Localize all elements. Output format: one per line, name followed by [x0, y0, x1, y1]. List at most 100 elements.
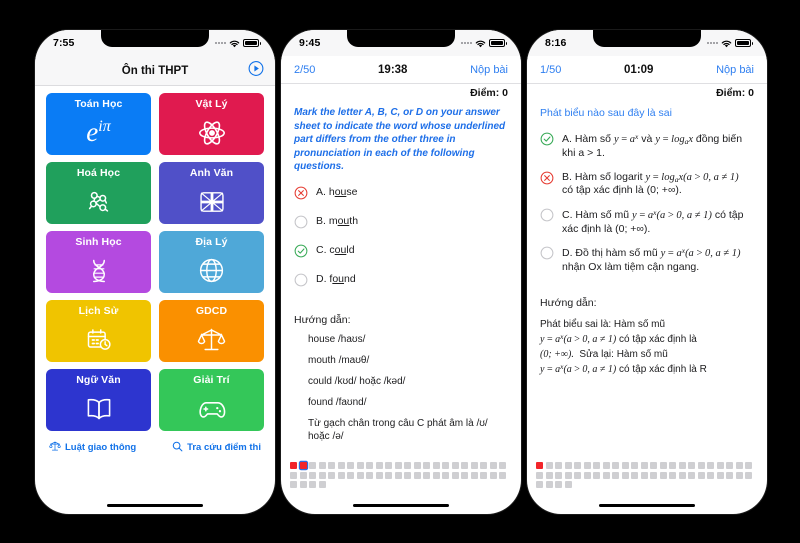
question-cell[interactable] — [423, 471, 430, 479]
question-cell[interactable] — [404, 462, 411, 469]
question-cell[interactable] — [499, 471, 506, 479]
question-cell[interactable] — [574, 471, 581, 479]
question-cells[interactable] — [290, 462, 512, 488]
question-cell[interactable] — [640, 471, 648, 479]
question-cell[interactable] — [650, 471, 657, 479]
question-cell[interactable] — [593, 471, 600, 479]
question-cell[interactable] — [299, 481, 307, 488]
question-cell[interactable] — [555, 481, 562, 488]
question-cell[interactable] — [650, 462, 657, 469]
question-cell[interactable] — [470, 471, 478, 479]
question-cell[interactable] — [583, 462, 591, 469]
submit-button[interactable]: Nộp bài — [716, 64, 754, 76]
question-cell[interactable] — [726, 462, 733, 469]
question-cell[interactable] — [432, 471, 440, 479]
question-cell[interactable] — [366, 462, 373, 469]
question-index[interactable]: 1/50 — [540, 64, 561, 76]
question-cell[interactable] — [678, 471, 686, 479]
question-cell[interactable] — [309, 481, 316, 488]
subject-tile-ngu-van[interactable]: Ngữ Văn — [46, 369, 151, 431]
question-cell[interactable] — [442, 462, 449, 469]
subject-tile-toan-hoc[interactable]: Toán Học eiπ — [46, 93, 151, 155]
question-cell[interactable] — [602, 462, 610, 469]
question-cell[interactable] — [688, 462, 695, 469]
submit-button[interactable]: Nộp bài — [470, 64, 508, 76]
question-cell[interactable] — [337, 462, 345, 469]
question-cells[interactable] — [536, 462, 758, 488]
question-cell[interactable] — [564, 462, 572, 469]
question-cell[interactable] — [669, 462, 676, 469]
question-cell[interactable] — [328, 471, 335, 479]
question-cell[interactable] — [470, 462, 478, 469]
question-cell[interactable] — [716, 471, 724, 479]
question-cell[interactable] — [318, 481, 326, 488]
question-cell[interactable] — [318, 471, 326, 479]
question-cell[interactable] — [716, 462, 724, 469]
question-cell[interactable] — [545, 481, 553, 488]
question-cell[interactable] — [555, 471, 562, 479]
question-cell[interactable] — [299, 471, 307, 479]
question-cell[interactable] — [423, 462, 430, 469]
question-cell[interactable] — [290, 481, 297, 488]
question-cell[interactable] — [707, 471, 714, 479]
answer-option-d[interactable]: D. found — [294, 273, 508, 292]
question-cell[interactable] — [290, 462, 297, 469]
question-cell[interactable] — [442, 471, 449, 479]
subject-tile-anh-van[interactable]: Anh Văn — [159, 162, 264, 224]
subject-tile-hoa-hoc[interactable]: Hoá Học — [46, 162, 151, 224]
answer-option-b[interactable]: B. Hàm số logarit y = logax(a > 0, a ≠ 1… — [540, 171, 754, 198]
question-cell[interactable] — [432, 462, 440, 469]
question-cell[interactable] — [564, 471, 572, 479]
subject-tile-gdcd[interactable]: GDCD — [159, 300, 264, 362]
question-cell[interactable] — [697, 471, 705, 479]
answer-option-d[interactable]: D. Đồ thị hàm số mũ y = ax(a > 0, a ≠ 1)… — [540, 246, 754, 274]
question-cell[interactable] — [413, 471, 421, 479]
question-cell[interactable] — [356, 471, 364, 479]
question-cell[interactable] — [309, 462, 316, 469]
answer-option-a[interactable]: A. Hàm số y = ax và y = logax đồng biến … — [540, 132, 754, 160]
link-luat-giao-thong[interactable]: Luật giao thông — [49, 440, 136, 455]
question-cell[interactable] — [612, 471, 619, 479]
question-cell[interactable] — [347, 462, 354, 469]
question-cell[interactable] — [499, 462, 506, 469]
question-cell[interactable] — [309, 471, 316, 479]
question-cell[interactable] — [394, 471, 402, 479]
subject-tile-dia-ly[interactable]: Địa Lý — [159, 231, 264, 293]
question-cell[interactable] — [461, 462, 468, 469]
question-cell[interactable] — [621, 462, 629, 469]
question-cell[interactable] — [688, 471, 695, 479]
question-cell[interactable] — [745, 471, 752, 479]
question-cell[interactable] — [612, 462, 619, 469]
answer-option-b[interactable]: B. mouth — [294, 215, 508, 234]
question-cell[interactable] — [593, 462, 600, 469]
question-cell[interactable] — [555, 462, 562, 469]
question-cell[interactable] — [536, 471, 543, 479]
question-cell[interactable] — [583, 471, 591, 479]
subject-tile-vat-ly[interactable]: Vật Lý — [159, 93, 264, 155]
question-cell[interactable] — [375, 471, 383, 479]
question-cell[interactable] — [461, 471, 468, 479]
question-cell[interactable] — [451, 462, 459, 469]
question-cell[interactable] — [697, 462, 705, 469]
question-cell[interactable] — [707, 462, 714, 469]
question-cell[interactable] — [669, 471, 676, 479]
answer-option-a[interactable]: A. house — [294, 186, 508, 205]
question-cell[interactable] — [489, 471, 497, 479]
question-cell[interactable] — [489, 462, 497, 469]
question-cell[interactable] — [385, 471, 392, 479]
question-cell[interactable] — [631, 471, 638, 479]
question-cell[interactable] — [480, 462, 487, 469]
link-tra-cuu-diem-thi[interactable]: Tra cứu điểm thi — [172, 440, 261, 455]
question-cell[interactable] — [366, 471, 373, 479]
subject-tile-giai-tri[interactable]: Giải Trí — [159, 369, 264, 431]
question-cell[interactable] — [545, 471, 553, 479]
question-cell[interactable] — [328, 462, 335, 469]
answer-option-c[interactable]: C. Hàm số mũ y = ax(a > 0, a ≠ 1) có tập… — [540, 208, 754, 236]
question-cell[interactable] — [745, 462, 752, 469]
question-cell[interactable] — [678, 462, 686, 469]
question-cell[interactable] — [602, 471, 610, 479]
question-cell[interactable] — [631, 462, 638, 469]
question-cell[interactable] — [536, 462, 543, 469]
question-cell[interactable] — [564, 481, 572, 488]
question-cell[interactable] — [394, 462, 402, 469]
